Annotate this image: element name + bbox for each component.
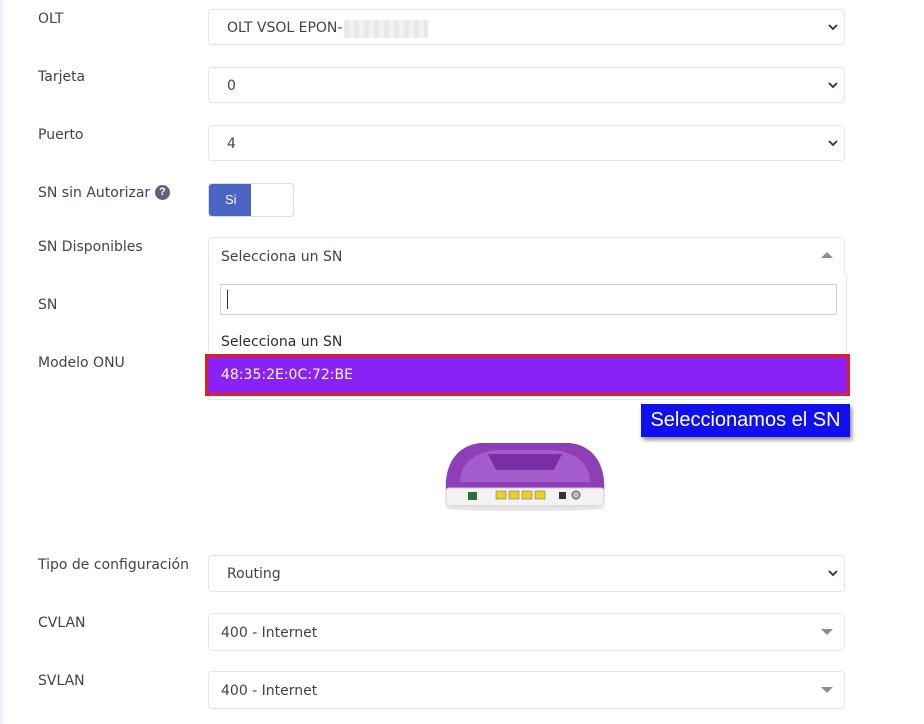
tarjeta-label: Tarjeta [38,69,86,85]
cvlan-select[interactable]: 400 - Internet [208,613,845,651]
chevron-down-icon [828,570,838,577]
tipo-configuracion-label: Tipo de configuración [38,557,189,573]
caret-down-icon [821,687,833,693]
annotation-callout: Seleccionamos el SN [641,404,850,437]
puerto-select[interactable]: 4 [208,125,845,161]
chevron-down-icon [828,24,838,31]
svlan-select[interactable]: 400 - Internet [208,671,845,709]
tipo-configuracion-select-value: Routing [227,566,281,582]
olt-select-value: OLT VSOL EPON- [227,20,343,36]
onu-device-image [445,443,605,511]
tipo-configuracion-select[interactable]: Routing [208,555,845,592]
text-cursor [227,290,228,309]
puerto-select-value: 4 [227,136,236,152]
svlan-select-value: 400 - Internet [221,683,318,699]
tarjeta-select[interactable]: 0 [208,67,845,103]
sn-sin-autorizar-toggle[interactable]: Si [208,183,294,217]
puerto-label: Puerto [38,127,84,143]
dropdown-option-sn-label: 48:35:2E:0C:72:BE [221,367,353,383]
olt-label: OLT [38,11,64,27]
sn-disponibles-select-value: Selecciona un SN [221,249,343,265]
chevron-down-icon [828,140,838,147]
caret-up-icon [821,252,833,258]
sn-search-input[interactable] [220,284,837,315]
olt-select[interactable]: OLT VSOL EPON- [208,9,845,45]
caret-down-icon [821,629,833,635]
sn-disponibles-label: SN Disponibles [38,239,143,255]
toggle-on-label: Si [209,184,251,216]
sn-disponibles-select[interactable]: Selecciona un SN [208,237,845,275]
question-circle-icon[interactable]: ? [155,185,170,200]
dropdown-option-placeholder[interactable]: Selecciona un SN [221,334,342,350]
cvlan-label: CVLAN [38,615,86,631]
chevron-down-icon [828,82,838,89]
page-left-border [0,0,3,724]
sn-sin-autorizar-label: SN sin Autorizar [38,185,151,201]
tarjeta-select-value: 0 [227,78,236,94]
sn-label: SN [38,297,58,313]
redacted-text [344,20,428,38]
svlan-label: SVLAN [38,673,85,689]
cvlan-select-value: 400 - Internet [221,625,318,641]
modelo-onu-label: Modelo ONU [38,355,125,371]
dropdown-option-sn[interactable]: 48:35:2E:0C:72:BE [205,354,850,396]
